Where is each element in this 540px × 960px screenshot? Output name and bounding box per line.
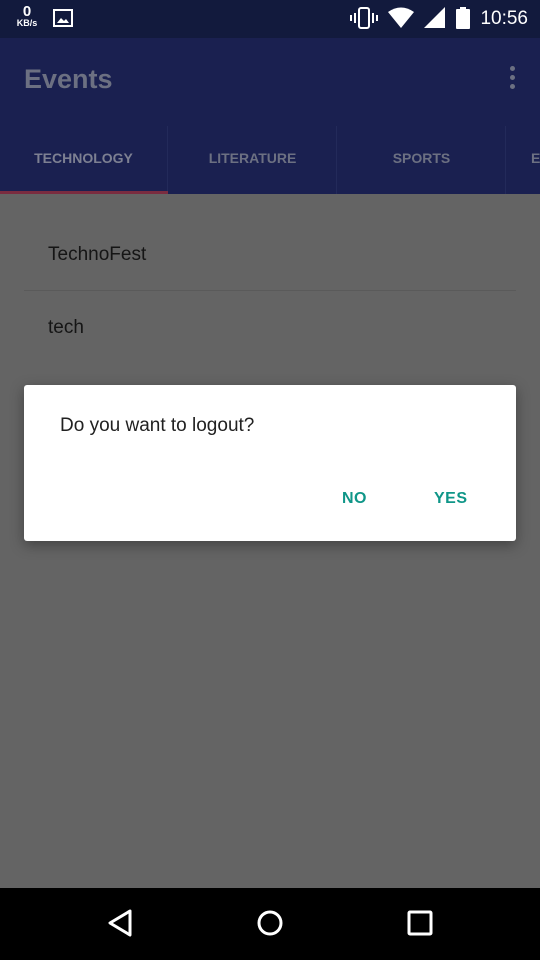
yes-button[interactable]: YES bbox=[422, 477, 480, 521]
network-speed-value: 0 bbox=[22, 3, 32, 20]
signal-icon bbox=[424, 7, 445, 28]
page-title: Events bbox=[24, 64, 113, 94]
network-speed: 0 KB/s bbox=[12, 4, 42, 28]
logout-dialog: Do you want to logout? NO YES bbox=[24, 385, 516, 541]
wifi-icon bbox=[388, 7, 414, 28]
tab-bar: TECHNOLOGY LITERATURE SPORTS E bbox=[0, 126, 540, 194]
tab-literature[interactable]: LITERATURE bbox=[169, 126, 337, 194]
event-list: TechnoFest tech bbox=[0, 194, 540, 888]
network-speed-unit: KB/s bbox=[16, 18, 38, 28]
list-item-tech[interactable]: tech bbox=[24, 292, 516, 364]
no-button[interactable]: NO bbox=[330, 477, 379, 521]
app-bar: Events bbox=[0, 38, 540, 126]
back-icon[interactable] bbox=[106, 908, 134, 938]
list-divider bbox=[24, 290, 516, 291]
status-icons bbox=[350, 7, 470, 29]
tab-sports[interactable]: SPORTS bbox=[338, 126, 506, 194]
dialog-message: Do you want to logout? bbox=[60, 415, 255, 436]
battery-icon bbox=[456, 7, 470, 29]
home-icon[interactable] bbox=[256, 908, 284, 938]
image-icon bbox=[53, 9, 73, 27]
tab-partial[interactable]: E bbox=[507, 126, 540, 194]
tab-technology[interactable]: TECHNOLOGY bbox=[0, 126, 168, 194]
more-vert-icon[interactable] bbox=[506, 66, 518, 94]
status-bar: 0 KB/s 10:56 bbox=[0, 0, 540, 38]
recents-icon[interactable] bbox=[406, 908, 434, 938]
vibrate-icon bbox=[350, 7, 378, 29]
navigation-bar bbox=[0, 888, 540, 960]
list-item-technofest[interactable]: TechnoFest bbox=[24, 219, 516, 291]
clock: 10:56 bbox=[480, 8, 528, 29]
